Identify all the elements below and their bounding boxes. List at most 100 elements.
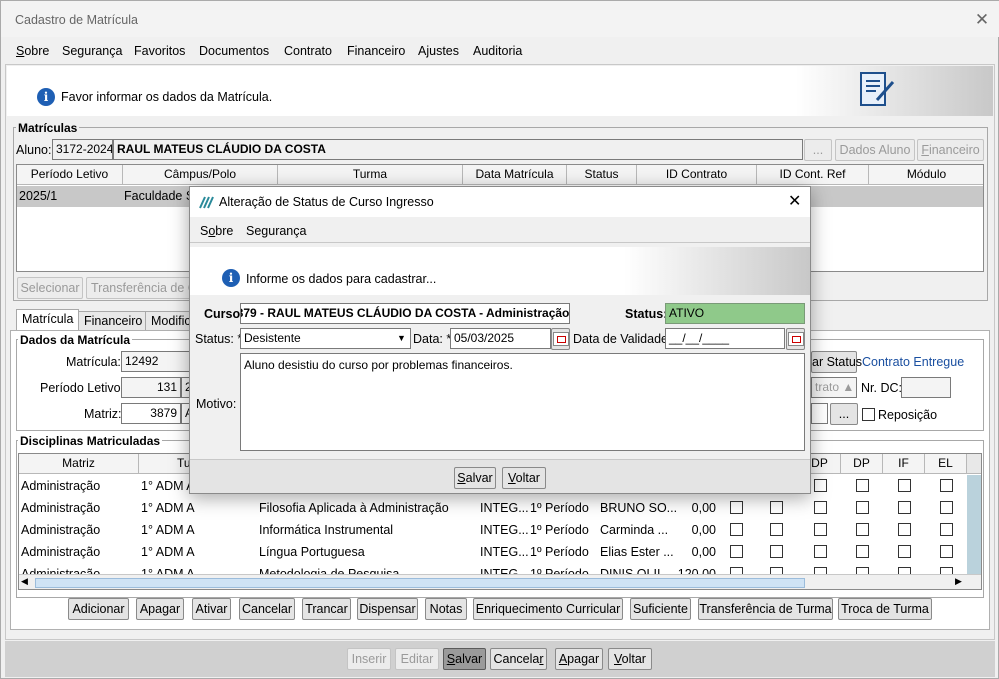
periodo-code-field[interactable]: 131: [121, 377, 181, 398]
editar-button[interactable]: Editar: [395, 648, 439, 670]
dialog-salvar-button[interactable]: Salvar: [454, 467, 496, 489]
nrdc-field[interactable]: [901, 377, 951, 398]
partial-field[interactable]: [811, 403, 828, 424]
aluno-name-field[interactable]: RAUL MATEUS CLÁUDIO DA COSTA: [113, 139, 803, 160]
vertical-scrollbar[interactable]: [967, 475, 981, 575]
row-checkbox[interactable]: [898, 501, 911, 514]
inserir-button[interactable]: Inserir: [347, 648, 391, 670]
dispensar-button[interactable]: Dispensar: [357, 598, 418, 620]
apagar-button[interactable]: Apagar: [555, 648, 603, 670]
scroll-thumb[interactable]: [35, 578, 805, 588]
col-matriz[interactable]: Matriz: [19, 454, 139, 474]
col-id-contrato[interactable]: ID Contrato: [637, 165, 757, 185]
voltar-button[interactable]: Voltar: [608, 648, 652, 670]
tab-modificacoes[interactable]: Modific: [145, 311, 195, 331]
financeiro-button[interactable]: Financeiro: [917, 139, 984, 161]
tab-matricula[interactable]: Matrícula: [16, 309, 80, 331]
row-checkbox[interactable]: [940, 479, 953, 492]
matricula-field[interactable]: 12492: [121, 351, 191, 372]
row-checkbox[interactable]: [856, 479, 869, 492]
menu-favoritos[interactable]: Favoritos: [134, 44, 185, 58]
matriz-code-field[interactable]: 3879: [121, 403, 181, 424]
row-checkbox[interactable]: [814, 479, 827, 492]
tab-financeiro[interactable]: Financeiro: [78, 311, 149, 331]
row-checkbox[interactable]: [814, 523, 827, 536]
reposicao-checkbox[interactable]: [862, 408, 875, 421]
row-checkbox[interactable]: [770, 501, 783, 514]
row-checkbox[interactable]: [856, 523, 869, 536]
col-el[interactable]: EL: [925, 454, 967, 474]
validade-field[interactable]: __/__/____: [665, 328, 785, 349]
transferencia-turma-button[interactable]: Transferência de Turma: [698, 598, 833, 620]
horizontal-scrollbar[interactable]: ◀ ▶: [19, 574, 981, 589]
row-checkbox[interactable]: [940, 545, 953, 558]
adicionar-button[interactable]: Adicionar: [68, 598, 129, 620]
transferencia-button[interactable]: Transferência de C: [86, 277, 196, 299]
dialog-close-icon[interactable]: ✕: [788, 191, 801, 211]
row-checkbox[interactable]: [814, 501, 827, 514]
menu-seguranca[interactable]: Segurança: [62, 44, 122, 58]
salvar-button[interactable]: Salvar: [443, 648, 486, 670]
row-checkbox[interactable]: [814, 545, 827, 558]
col-id-cont-ref[interactable]: ID Cont. Ref: [757, 165, 869, 185]
menu-financeiro[interactable]: Financeiro: [347, 44, 405, 58]
row-checkbox[interactable]: [940, 501, 953, 514]
menu-ajustes[interactable]: Ajustes: [418, 44, 459, 58]
col-modulo[interactable]: Módulo: [869, 165, 983, 185]
row-checkbox[interactable]: [856, 501, 869, 514]
aluno-code-field[interactable]: 3172-2024: [52, 139, 113, 160]
table-row[interactable]: Administração 1° ADM A Informática Instrum…: [19, 519, 967, 541]
motivo-textarea[interactable]: Aluno desistiu do curso por problemas fi…: [240, 353, 805, 451]
ativar-button[interactable]: Ativar: [192, 598, 231, 620]
search-button[interactable]: ...: [830, 403, 858, 425]
status-select[interactable]: Desistente ▼: [240, 328, 411, 349]
col-campus[interactable]: Câmpus/Polo: [123, 165, 278, 185]
col-periodo[interactable]: Período Letivo: [17, 165, 123, 185]
calendar-button[interactable]: [551, 328, 570, 350]
troca-turma-button[interactable]: Troca de Turma: [838, 598, 932, 620]
search-aluno-button[interactable]: ...: [804, 139, 832, 161]
menu-documentos[interactable]: Documentos: [199, 44, 269, 58]
row-checkbox[interactable]: [898, 479, 911, 492]
row-checkbox[interactable]: [898, 523, 911, 536]
row-checkbox[interactable]: [770, 523, 783, 536]
row-checkbox[interactable]: [730, 545, 743, 558]
col-if[interactable]: IF: [883, 454, 925, 474]
contrato-entregue-link[interactable]: Contrato Entregue: [862, 355, 964, 369]
col-dp2[interactable]: DP: [841, 454, 883, 474]
scroll-right-icon[interactable]: ▶: [955, 576, 962, 587]
cancelar-button[interactable]: Cancelar: [239, 598, 295, 620]
row-checkbox[interactable]: [770, 545, 783, 558]
dados-aluno-button[interactable]: Dados Aluno: [835, 139, 915, 161]
contrato-select[interactable]: trato ▲: [811, 377, 857, 398]
menu-contrato[interactable]: Contrato: [284, 44, 332, 58]
enriquecimento-button[interactable]: Enriquecimento Curricular: [473, 598, 623, 620]
row-checkbox[interactable]: [856, 545, 869, 558]
close-icon[interactable]: ✕: [971, 9, 993, 31]
col-status[interactable]: Status: [567, 165, 637, 185]
curso-field[interactable]: 3879 - RAUL MATEUS CLÁUDIO DA COSTA - Ad…: [240, 303, 570, 324]
row-checkbox[interactable]: [940, 523, 953, 536]
dialog-voltar-button[interactable]: Voltar: [502, 467, 546, 489]
row-checkbox[interactable]: [730, 523, 743, 536]
menu-sobre[interactable]: Sobre: [16, 44, 49, 58]
notas-button[interactable]: Notas: [425, 598, 467, 620]
selecionar-button[interactable]: Selecionar: [17, 277, 83, 299]
row-checkbox[interactable]: [730, 501, 743, 514]
menu-auditoria[interactable]: Auditoria: [473, 44, 522, 58]
cancelar-button[interactable]: Cancelar: [490, 648, 547, 670]
table-row[interactable]: Administração 1° ADM A Língua Portuguesa IN…: [19, 541, 967, 563]
alterar-status-button[interactable]: ar Status: [811, 351, 862, 373]
col-turma[interactable]: Turma: [278, 165, 463, 185]
validade-calendar-button[interactable]: [786, 328, 805, 350]
apagar-button[interactable]: Apagar: [136, 598, 184, 620]
dialog-menu-seguranca[interactable]: Segurança: [246, 224, 306, 238]
row-checkbox[interactable]: [898, 545, 911, 558]
table-row[interactable]: Administração 1° ADM A Filosofia Aplicada …: [19, 497, 967, 519]
scroll-left-icon[interactable]: ◀: [21, 576, 28, 587]
data-field[interactable]: 05/03/2025: [450, 328, 551, 349]
suficiente-button[interactable]: Suficiente: [630, 598, 691, 620]
col-data-matricula[interactable]: Data Matrícula: [463, 165, 567, 185]
trancar-button[interactable]: Trancar: [302, 598, 351, 620]
dialog-menu-sobre[interactable]: Sobre: [200, 224, 233, 238]
